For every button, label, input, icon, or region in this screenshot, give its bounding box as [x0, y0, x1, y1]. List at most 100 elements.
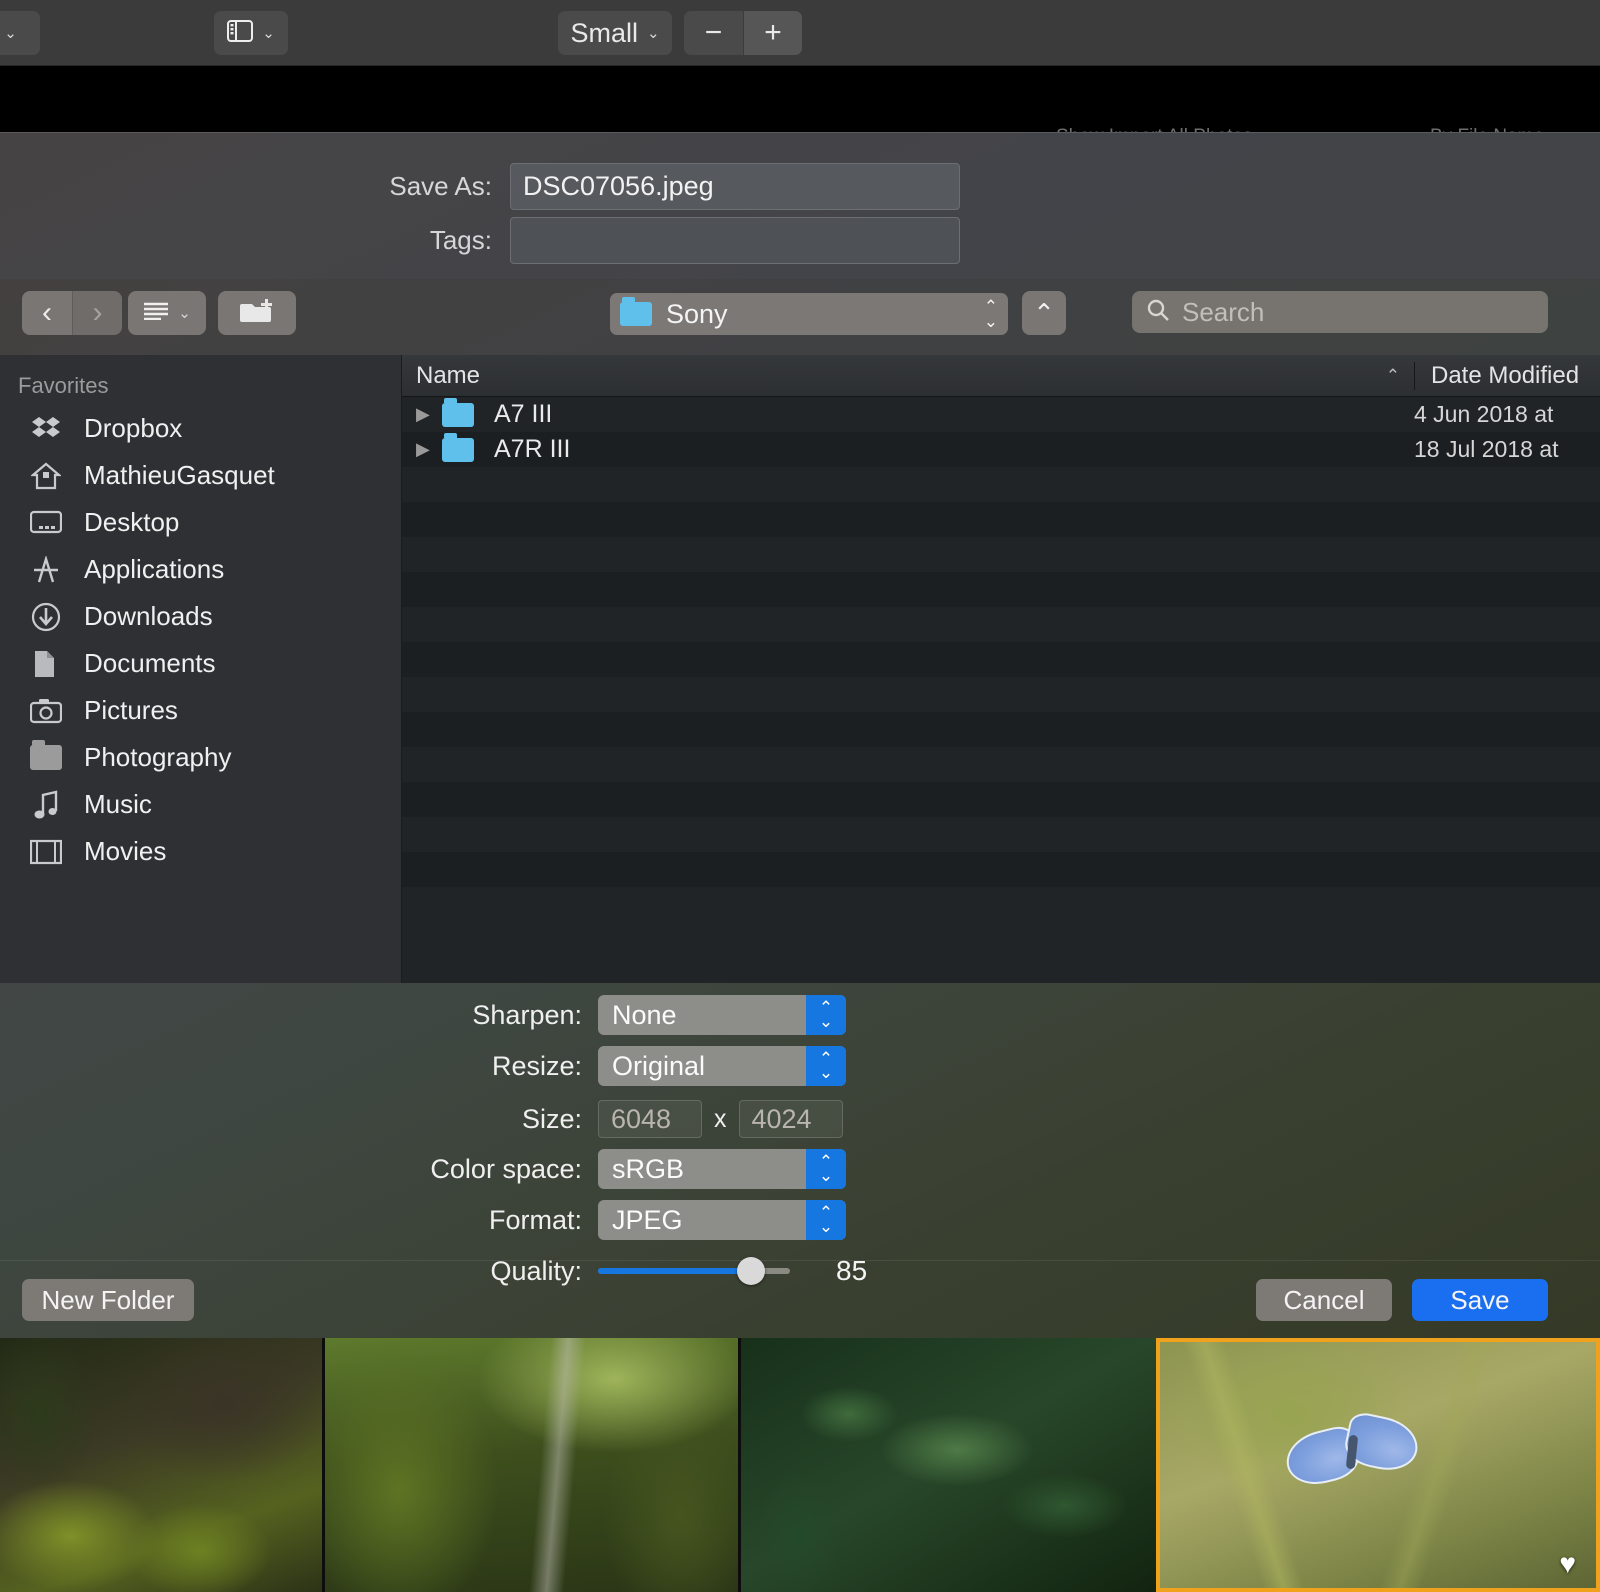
home-icon: [28, 459, 64, 493]
sidebar-item-label: Photography: [84, 742, 232, 772]
colorspace-popup-button[interactable]: sRGB ⌃ ⌄: [598, 1149, 846, 1189]
search-field[interactable]: Search: [1132, 291, 1548, 333]
sidebar-item-pictures[interactable]: Pictures: [0, 687, 401, 734]
format-value: JPEG: [612, 1204, 683, 1235]
thumbnail-blue-butterfly[interactable]: ♥: [1156, 1338, 1600, 1592]
sidebar-item-photography[interactable]: Photography: [0, 734, 401, 781]
sharpen-popup-button[interactable]: None ⌃ ⌄: [598, 995, 846, 1035]
app-toolbar: ⌄ ⌄ Small ⌄ − +: [0, 0, 1600, 66]
folder-icon: [442, 397, 474, 427]
file-list-header: Name ⌃ Date Modified: [402, 355, 1600, 397]
applications-icon: [28, 553, 64, 587]
sidebar-item-dropbox[interactable]: Dropbox: [0, 405, 401, 452]
save-button[interactable]: Save: [1412, 1279, 1548, 1321]
size-height-input[interactable]: 4024: [738, 1100, 843, 1138]
size-separator: x: [714, 1104, 727, 1133]
sidebar: Favorites Dropbox MathieuGasquet Desktop…: [0, 355, 402, 983]
zoom-in-button[interactable]: +: [743, 11, 802, 55]
sidebar-item-music[interactable]: Music: [0, 781, 401, 828]
stepper-icon[interactable]: ⌃ ⌄: [806, 995, 846, 1035]
thumbnail-size-popup[interactable]: Small ⌄: [558, 11, 672, 55]
table-row-empty: [402, 572, 1600, 607]
resize-popup-button[interactable]: Original ⌃ ⌄: [598, 1046, 846, 1086]
table-row-empty: [402, 467, 1600, 502]
folder-icon: [620, 297, 652, 326]
sidebar-item-home[interactable]: MathieuGasquet: [0, 452, 401, 499]
stepper-icon[interactable]: ⌃ ⌄: [806, 1046, 846, 1086]
table-row-empty: [402, 817, 1600, 852]
sidebar-item-movies[interactable]: Movies: [0, 828, 401, 875]
tags-input[interactable]: [510, 217, 960, 264]
column-header-date-modified[interactable]: Date Modified: [1414, 361, 1600, 390]
back-button[interactable]: ‹: [22, 291, 72, 335]
location-label: Sony: [666, 298, 728, 329]
zoom-out-button[interactable]: −: [684, 11, 743, 55]
new-folder-button[interactable]: New Folder: [22, 1279, 194, 1321]
file-list[interactable]: Name ⌃ Date Modified ▶ A7 III 4 Jun 2018…: [402, 355, 1600, 983]
file-date-modified: 4 Jun 2018 at: [1414, 401, 1554, 427]
stepper-icon[interactable]: ⌃ ⌄: [806, 1200, 846, 1240]
disclosure-triangle-icon[interactable]: ▶: [416, 404, 442, 425]
view-options-button[interactable]: ⌄: [128, 291, 206, 335]
favorite-heart-icon[interactable]: ♥: [1559, 1548, 1576, 1580]
column-header-name[interactable]: Name ⌃: [402, 362, 1414, 390]
list-view-icon: [143, 302, 169, 325]
sidebar-item-applications[interactable]: Applications: [0, 546, 401, 593]
sidebar-item-label: Movies: [84, 836, 167, 866]
size-width-input[interactable]: 6048: [598, 1100, 702, 1138]
sharpen-row: Sharpen: None ⌃ ⌄: [398, 995, 846, 1035]
chevron-down-icon: ⌄: [818, 1063, 834, 1082]
chevron-down-icon: ⌄: [818, 1217, 834, 1236]
chevron-down-icon: ⌄: [818, 1012, 834, 1031]
dropbox-icon: [28, 412, 64, 446]
format-label: Format:: [488, 1204, 582, 1235]
overflow-menu-button[interactable]: ⌄: [0, 11, 40, 55]
folder-icon: [442, 432, 474, 462]
stepper-icon[interactable]: ⌃ ⌄: [806, 1149, 846, 1189]
chevron-down-icon: ⌄: [4, 25, 17, 42]
sidebar-item-documents[interactable]: Documents: [0, 640, 401, 687]
forward-button[interactable]: ›: [72, 291, 122, 335]
thumbnail-size-label: Small: [570, 17, 638, 48]
tags-row: Tags:: [310, 217, 960, 264]
photo-filmstrip[interactable]: ♥: [0, 1338, 1600, 1592]
table-row[interactable]: ▶ A7R III 18 Jul 2018 at: [402, 432, 1600, 467]
sidebar-item-desktop[interactable]: Desktop: [0, 499, 401, 546]
file-name-label: A7 III: [494, 400, 553, 428]
window-black-band: [0, 66, 1600, 132]
sidebar-item-downloads[interactable]: Downloads: [0, 593, 401, 640]
save-dialog-sheet: Save As: Tags: ‹ ›: [0, 132, 1600, 1338]
sidebar-item-label: Dropbox: [84, 413, 183, 443]
table-row-empty: [402, 887, 1600, 922]
movies-icon: [28, 835, 64, 869]
back-forward-control[interactable]: ‹ ›: [22, 291, 122, 335]
chevron-down-icon: ⌄: [818, 1166, 834, 1185]
sidebar-icon: [227, 19, 254, 47]
chevron-down-icon: ⌄: [178, 305, 191, 322]
sidebar-toggle-button[interactable]: ⌄: [214, 11, 288, 55]
size-label: Size:: [521, 1103, 582, 1134]
photo-image: [1160, 1342, 1596, 1588]
sharpen-value: None: [612, 999, 677, 1030]
thumbnail-forest-path[interactable]: [322, 1338, 738, 1592]
thumbnail-mossy-rocks[interactable]: [0, 1338, 322, 1592]
table-row-empty: [402, 747, 1600, 782]
save-as-input[interactable]: [510, 163, 960, 210]
chevron-down-icon: ⌄: [262, 25, 275, 42]
table-row-empty: [402, 642, 1600, 677]
zoom-segmented-control[interactable]: − +: [684, 11, 802, 55]
chevron-up-icon: ⌃: [1033, 297, 1055, 328]
go-up-button[interactable]: ⌃: [1022, 291, 1066, 335]
cancel-button[interactable]: Cancel: [1256, 1279, 1392, 1321]
disclosure-triangle-icon[interactable]: ▶: [416, 439, 442, 460]
thumbnail-wet-leaves[interactable]: [738, 1338, 1156, 1592]
table-row[interactable]: ▶ A7 III 4 Jun 2018 at: [402, 397, 1600, 432]
format-popup-button[interactable]: JPEG ⌃ ⌄: [598, 1200, 846, 1240]
location-popup-button[interactable]: Sony ⌃ ⌄: [610, 293, 1008, 335]
new-folder-toolbar-button[interactable]: [218, 291, 296, 335]
sidebar-section-favorites: Favorites: [18, 373, 109, 398]
dialog-footer: New Folder Cancel Save: [0, 1260, 1600, 1338]
photo-image: [325, 1338, 738, 1592]
search-icon: [1146, 298, 1170, 327]
sidebar-item-label: Documents: [84, 648, 216, 678]
